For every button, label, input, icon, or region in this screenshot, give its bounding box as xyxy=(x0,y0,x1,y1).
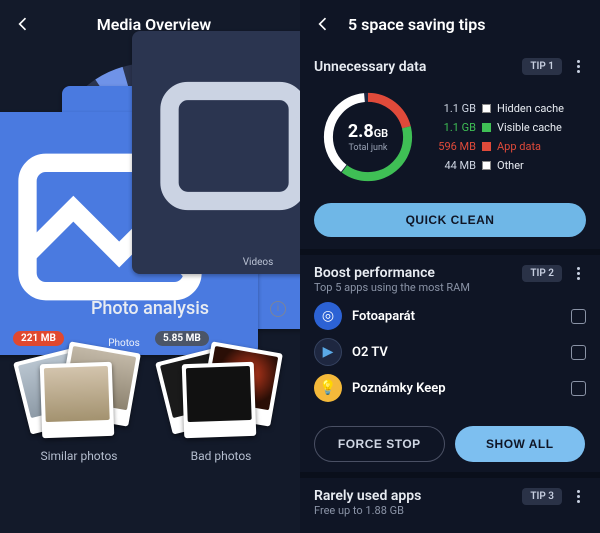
force-stop-button[interactable]: FORCE STOP xyxy=(314,426,445,462)
tip2-title: Boost performance xyxy=(314,265,470,281)
tip3-subtitle: Free up to 1.88 GB xyxy=(314,504,421,517)
checkbox[interactable] xyxy=(571,345,586,360)
show-all-button[interactable]: SHOW ALL xyxy=(455,426,586,462)
tip1-chip: TIP 1 xyxy=(522,58,562,75)
app-name-label: O2 TV xyxy=(352,345,561,360)
app-list: ◎ Fotoaparát ▶ O2 TV 💡 Poznámky Keep xyxy=(314,302,586,402)
legend-row: 44 MB Other xyxy=(434,159,586,172)
card-caption: Similar photos xyxy=(40,449,117,463)
legend-row: 596 MB App data xyxy=(434,140,586,153)
app-name-label: Poznámky Keep xyxy=(352,381,561,396)
app-name-label: Fotoaparát xyxy=(352,309,561,324)
back-icon[interactable] xyxy=(312,13,334,35)
checkbox[interactable] xyxy=(571,309,586,324)
tip2-chip: TIP 2 xyxy=(522,265,562,282)
tip1-section: Unnecessary data TIP 1 2.8GB Total junk xyxy=(300,48,600,249)
media-donut-chart: 14% Used by media 3.87 GB 5 Audio 274 Ph… xyxy=(40,52,260,272)
quick-clean-button[interactable]: QUICK CLEAN xyxy=(314,203,586,237)
total-junk-value: 2.8GB xyxy=(348,121,388,142)
photo-analysis-header: Photo analysis i xyxy=(0,298,300,319)
tip1-title: Unnecessary data xyxy=(314,59,426,75)
checkbox[interactable] xyxy=(571,381,586,396)
junk-donut-chart: 2.8GB Total junk xyxy=(314,83,422,191)
overflow-menu-icon[interactable] xyxy=(570,59,586,75)
total-junk-label: Total junk xyxy=(349,143,388,153)
space-saving-screen: 5 space saving tips Unnecessary data TIP… xyxy=(300,0,600,533)
size-badge: 221 MB xyxy=(13,331,64,346)
card-caption: Bad photos xyxy=(191,449,252,463)
tip2-subtitle: Top 5 apps using the most RAM xyxy=(314,281,470,294)
camera-icon: ◎ xyxy=(314,302,342,330)
overflow-menu-icon[interactable] xyxy=(570,488,586,504)
app-row[interactable]: ▶ O2 TV xyxy=(314,338,586,366)
legend-row: 1.1 GB Hidden cache xyxy=(434,102,586,115)
app-row[interactable]: ◎ Fotoaparát xyxy=(314,302,586,330)
app-row[interactable]: 💡 Poznámky Keep xyxy=(314,374,586,402)
tip3-title: Rarely used apps xyxy=(314,488,421,504)
tip3-chip: TIP 3 xyxy=(522,488,562,505)
bad-photos-card[interactable]: 5.85 MB Bad photos xyxy=(159,335,283,463)
page-title-right: 5 space saving tips xyxy=(348,15,588,34)
info-icon[interactable]: i xyxy=(270,301,286,317)
overflow-menu-icon[interactable] xyxy=(570,265,586,281)
similar-photos-card[interactable]: 221 MB Similar photos xyxy=(17,335,141,463)
play-icon: ▶ xyxy=(314,338,342,366)
video-icon xyxy=(142,36,300,256)
tip3-section: Rarely used apps Free up to 1.88 GB TIP … xyxy=(300,478,600,523)
tip2-section: Boost performance Top 5 apps using the m… xyxy=(300,255,600,472)
junk-legend: 1.1 GB Hidden cache 1.1 GB Visible cache… xyxy=(434,102,586,172)
legend-row: 1.1 GB Visible cache xyxy=(434,121,586,134)
size-badge: 5.85 MB xyxy=(155,331,209,346)
media-overview-screen: Media Overview 14% Used by media 3.87 GB… xyxy=(0,0,300,533)
bulb-icon: 💡 xyxy=(314,374,342,402)
videos-bubble[interactable]: 8 Videos xyxy=(132,31,300,274)
topbar-right: 5 space saving tips xyxy=(300,0,600,48)
